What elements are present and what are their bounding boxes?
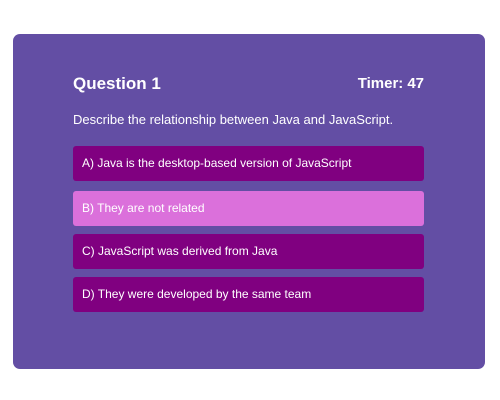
answer-option-a[interactable]: A) Java is the desktop-based version of … [73, 146, 424, 181]
quiz-card: Question 1 Timer: 47 Describe the relatio… [13, 34, 485, 369]
answer-option-b[interactable]: B) They are not related [73, 191, 424, 226]
timer-value: 47 [407, 75, 424, 92]
question-title: Question 1 [73, 74, 161, 93]
timer-label: Timer: [357, 75, 404, 92]
page: Question 1 Timer: 47 Describe the relatio… [0, 0, 500, 400]
answer-option-d[interactable]: D) They were developed by the same team [73, 277, 424, 312]
quiz-header: Question 1 Timer: 47 [73, 74, 424, 98]
question-text: Describe the relationship between Java a… [73, 112, 394, 127]
timer: Timer: 47 [358, 74, 424, 94]
answer-option-c[interactable]: C) JavaScript was derived from Java [73, 234, 424, 269]
